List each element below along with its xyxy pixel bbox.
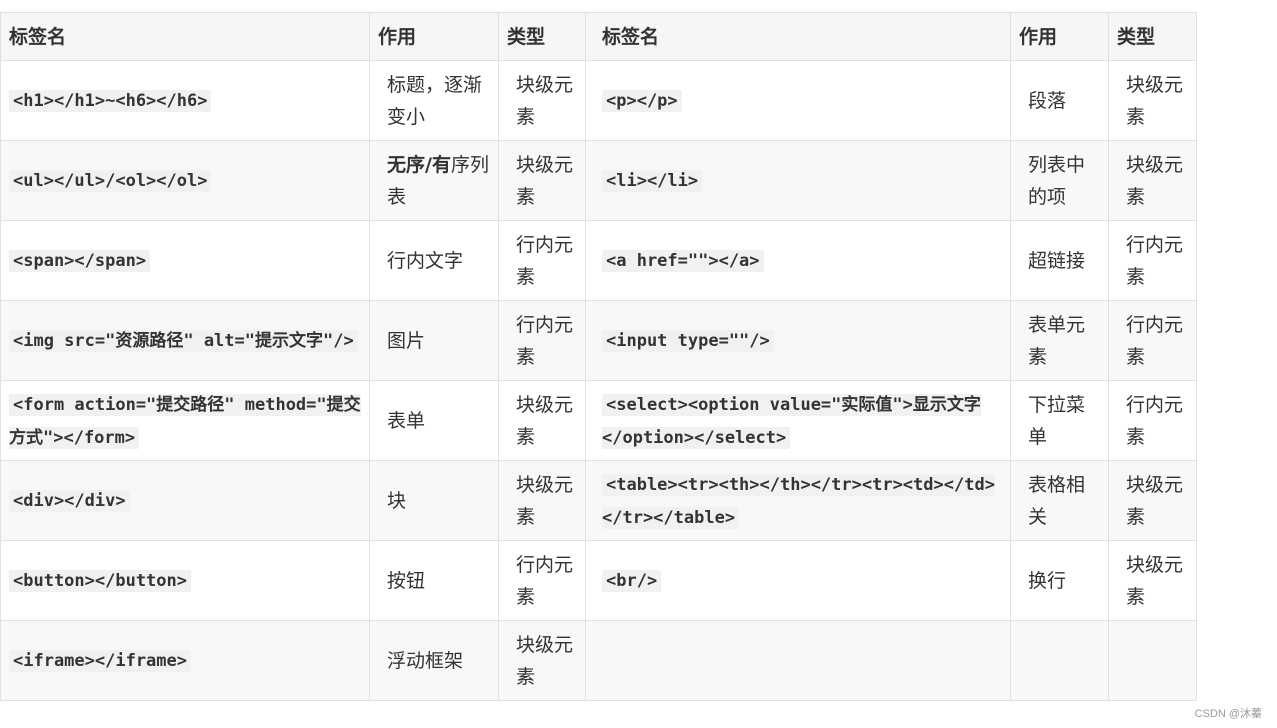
type-cell: 块级元素: [498, 460, 586, 541]
type-cell-2: 行内元素: [1108, 300, 1197, 381]
type-cell: 块级元素: [498, 140, 586, 221]
type-cell: 块级元素: [498, 620, 586, 701]
purpose-cell-2-empty: [1010, 620, 1109, 701]
header-tag-name-2: 标签名: [585, 12, 1011, 61]
tag-cell: <h1></h1>~<h6></h6>: [0, 60, 370, 141]
purpose-cell: 按钮: [369, 540, 499, 621]
tag-code: <li></li>: [602, 170, 703, 192]
purpose-bold-text: 无序/有: [387, 153, 451, 176]
csdn-watermark: CSDN @沐蓁: [1194, 708, 1262, 720]
header-purpose-2: 作用: [1010, 12, 1109, 61]
type-cell-2-empty: [1108, 620, 1197, 701]
purpose-cell: 无序/有序列表: [369, 140, 499, 221]
tag-code: <ul></ul>/<ol></ol>: [9, 170, 212, 192]
type-cell-2: 行内元素: [1108, 220, 1197, 301]
purpose-cell: 行内文字: [369, 220, 499, 301]
html-tags-table: 标签名 作用 类型 标签名 作用 类型 <h1></h1>~<h6></h6> …: [0, 12, 1197, 701]
type-cell: 行内元素: [498, 540, 586, 621]
tag-cell-2: <a href=""></a>: [585, 220, 1011, 301]
tag-cell: <iframe></iframe>: [0, 620, 370, 701]
table-row: <span></span> 行内文字 行内元素 <a href=""></a> …: [0, 220, 1197, 301]
table-row: <iframe></iframe> 浮动框架 块级元素: [0, 620, 1197, 701]
purpose-cell-2: 超链接: [1010, 220, 1109, 301]
header-purpose: 作用: [369, 12, 499, 61]
purpose-cell: 标题，逐渐变小: [369, 60, 499, 141]
tag-cell: <img src="资源路径" alt="提示文字"/>: [0, 300, 370, 381]
type-cell-2: 行内元素: [1108, 380, 1197, 461]
type-cell-2: 块级元素: [1108, 140, 1197, 221]
tag-code: <button></button>: [9, 570, 191, 592]
tag-cell-2: <input type=""/>: [585, 300, 1011, 381]
tag-cell: <form action="提交路径" method="提交方式"></form…: [0, 380, 370, 461]
type-cell: 行内元素: [498, 300, 586, 381]
tag-cell-2: <table><tr><th></th></tr><tr><td></td></…: [585, 460, 1011, 541]
tag-code: <select><option value="实际值">显示文字</option…: [602, 393, 981, 449]
type-cell-2: 块级元素: [1108, 60, 1197, 141]
purpose-cell: 浮动框架: [369, 620, 499, 701]
tag-cell-2: <br/>: [585, 540, 1011, 621]
tag-cell-2: <li></li>: [585, 140, 1011, 221]
purpose-cell: 表单: [369, 380, 499, 461]
tag-code: <form action="提交路径" method="提交方式"></form…: [9, 393, 361, 449]
table-row: <ul></ul>/<ol></ol> 无序/有序列表 块级元素 <li></l…: [0, 140, 1197, 221]
tag-cell: <button></button>: [0, 540, 370, 621]
purpose-cell: 图片: [369, 300, 499, 381]
purpose-cell-2: 表格相关: [1010, 460, 1109, 541]
header-type: 类型: [498, 12, 586, 61]
table-row: <img src="资源路径" alt="提示文字"/> 图片 行内元素 <in…: [0, 300, 1197, 381]
type-cell: 块级元素: [498, 380, 586, 461]
purpose-cell: 块: [369, 460, 499, 541]
table-row: <form action="提交路径" method="提交方式"></form…: [0, 380, 1197, 461]
table-row: <div></div> 块 块级元素 <table><tr><th></th><…: [0, 460, 1197, 541]
purpose-cell-2: 表单元素: [1010, 300, 1109, 381]
type-cell: 块级元素: [498, 60, 586, 141]
purpose-cell-2: 换行: [1010, 540, 1109, 621]
purpose-cell-2: 下拉菜单: [1010, 380, 1109, 461]
tag-cell-2: <p></p>: [585, 60, 1011, 141]
table-row: <button></button> 按钮 行内元素 <br/> 换行 块级元素: [0, 540, 1197, 621]
tag-cell: <span></span>: [0, 220, 370, 301]
tag-code: <img src="资源路径" alt="提示文字"/>: [9, 330, 358, 352]
header-type-2: 类型: [1108, 12, 1197, 61]
tag-cell: <ul></ul>/<ol></ol>: [0, 140, 370, 221]
type-cell-2: 块级元素: [1108, 540, 1197, 621]
purpose-cell-2: 段落: [1010, 60, 1109, 141]
tag-code: <h1></h1>~<h6></h6>: [9, 90, 212, 112]
tag-code: <span></span>: [9, 250, 151, 272]
tag-cell-2: <select><option value="实际值">显示文字</option…: [585, 380, 1011, 461]
table-header-row: 标签名 作用 类型 标签名 作用 类型: [0, 12, 1197, 61]
purpose-cell-2: 列表中的项: [1010, 140, 1109, 221]
tag-code: <div></div>: [9, 490, 130, 512]
type-cell-2: 块级元素: [1108, 460, 1197, 541]
tag-code: <table><tr><th></th></tr><tr><td></td></…: [602, 473, 995, 529]
type-cell: 行内元素: [498, 220, 586, 301]
tag-code: <input type=""/>: [602, 330, 774, 352]
header-tag-name: 标签名: [0, 12, 370, 61]
tag-code: <br/>: [602, 570, 662, 592]
tag-cell-2-empty: [585, 620, 1011, 701]
tag-code: <a href=""></a>: [602, 250, 764, 272]
tag-cell: <div></div>: [0, 460, 370, 541]
tag-code: <iframe></iframe>: [9, 650, 191, 672]
tag-code: <p></p>: [602, 90, 682, 112]
table-row: <h1></h1>~<h6></h6> 标题，逐渐变小 块级元素 <p></p>…: [0, 60, 1197, 141]
